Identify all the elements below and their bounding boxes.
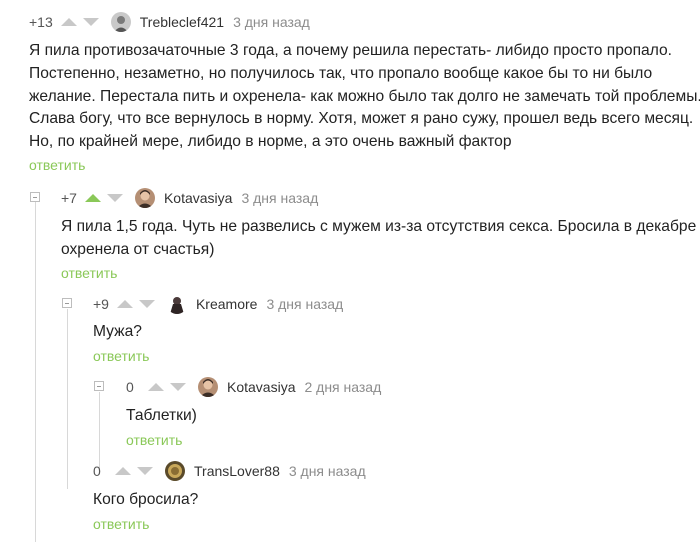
upvote-arrow-icon[interactable] — [115, 467, 131, 475]
comment-header: +7 Kotavasiya 3 дня назад — [61, 187, 318, 209]
comment-header: +9 Kreamore 3 дня назад — [93, 293, 343, 315]
comment-header: 0 TransLover88 3 дня назад — [93, 460, 366, 482]
upvote-arrow-icon[interactable] — [116, 300, 133, 308]
upvote-arrow-icon[interactable] — [84, 194, 101, 202]
comment-body: Я пила противозачаточные 3 года, а почем… — [29, 40, 700, 154]
timestamp: 3 дня назад — [241, 190, 319, 206]
downvote-arrow-icon[interactable] — [137, 467, 153, 475]
username[interactable]: Kreamore — [196, 296, 257, 312]
timestamp: 2 дня назад — [304, 379, 382, 395]
comment-rating: 0 — [93, 463, 101, 479]
reply-link[interactable]: ответить — [61, 265, 117, 281]
timestamp: 3 дня назад — [288, 463, 366, 479]
upvote-arrow-icon[interactable] — [148, 383, 164, 391]
username[interactable]: Trebleclef421 — [140, 14, 224, 30]
reply-link[interactable]: ответить — [93, 348, 149, 364]
comment-line: Я пила 1,5 года. Чуть не развелись с муж… — [61, 218, 700, 235]
comment-line: Постепенно, незаметно, но получилось так… — [29, 64, 653, 82]
comment-line: охренела от счастья) — [61, 240, 215, 258]
downvote-arrow-icon[interactable] — [106, 194, 123, 202]
comment-rating: +9 — [93, 296, 109, 312]
upvote-arrow-icon[interactable] — [60, 18, 77, 26]
avatar[interactable] — [198, 377, 218, 397]
comment-line: Слава богу, что все вернулось в норму. Х… — [29, 110, 694, 128]
comment-body: Я пила 1,5 года. Чуть не развелись с муж… — [61, 216, 700, 262]
comment-line: Таблетки) — [126, 407, 197, 424]
username[interactable]: Kotavasiya — [164, 190, 232, 206]
username[interactable]: Kotavasiya — [227, 379, 295, 395]
downvote-arrow-icon[interactable] — [138, 300, 155, 308]
collapse-thread-button[interactable] — [62, 298, 72, 308]
comment-body: Таблетки) — [126, 405, 197, 428]
collapse-thread-button[interactable] — [30, 192, 40, 202]
comment-line: Мужа? — [93, 323, 142, 340]
downvote-arrow-icon[interactable] — [82, 18, 99, 26]
comment-body: Мужа? — [93, 321, 142, 344]
comment-header: 0 Kotavasiya 2 дня назад — [126, 376, 381, 398]
thread-line — [35, 202, 36, 542]
avatar[interactable] — [134, 188, 155, 208]
avatar[interactable] — [165, 461, 185, 481]
username[interactable]: TransLover88 — [194, 463, 280, 479]
timestamp: 3 дня назад — [266, 296, 344, 312]
avatar[interactable] — [166, 294, 187, 314]
collapse-thread-button[interactable] — [94, 381, 104, 391]
comment-line: Я пила противозачаточные 3 года, а почем… — [29, 42, 672, 59]
thread-line — [67, 309, 68, 489]
comment-body: Кого бросила? — [93, 489, 198, 512]
comment-rating: +7 — [61, 190, 77, 206]
comment-line: Но, по крайней мере, либидо в норме, а э… — [29, 133, 512, 151]
comment-line: Кого бросила? — [93, 491, 199, 508]
reply-link[interactable]: ответить — [29, 157, 85, 173]
comment-rating: +13 — [29, 14, 53, 30]
avatar[interactable] — [110, 12, 131, 32]
downvote-arrow-icon[interactable] — [170, 383, 186, 391]
comment-rating: 0 — [126, 379, 134, 395]
comment-header: +13 Trebleclef421 3 дня назад — [29, 11, 310, 33]
reply-link[interactable]: ответить — [93, 516, 149, 532]
comment-line: желание. Перестала пить и охренела- как … — [29, 87, 700, 105]
reply-link[interactable]: ответить — [126, 432, 182, 448]
timestamp: 3 дня назад — [233, 14, 310, 30]
